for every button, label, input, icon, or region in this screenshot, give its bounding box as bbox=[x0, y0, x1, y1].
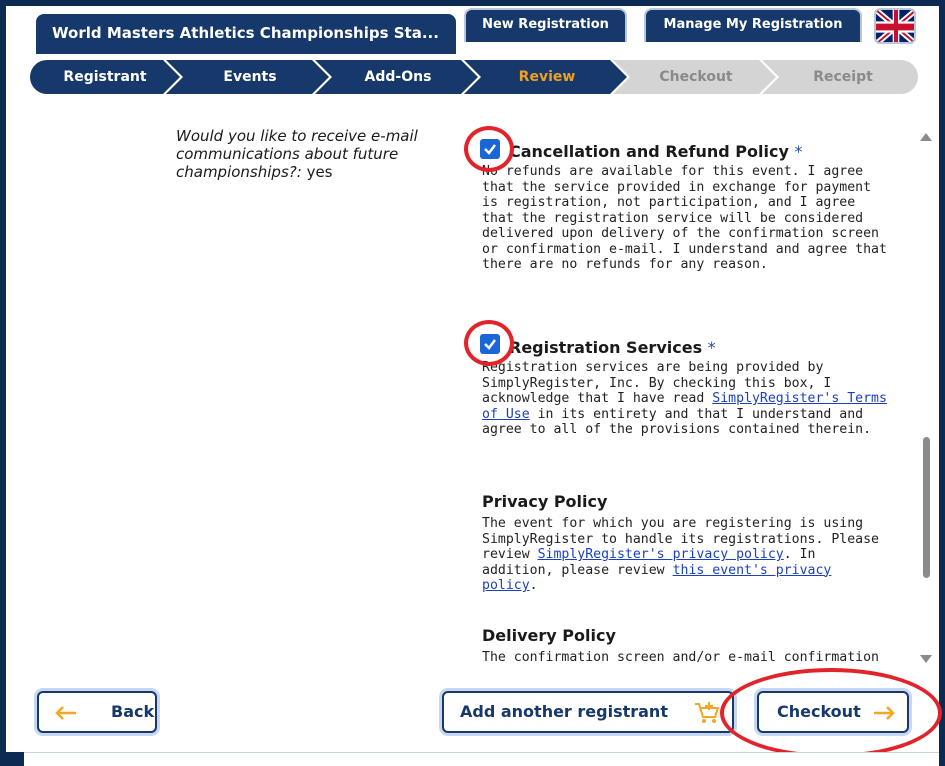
tab-new-registration[interactable]: New Registration bbox=[464, 8, 627, 42]
cancellation-policy: Cancellation and Refund Policy * No refu… bbox=[482, 142, 892, 273]
simplyregister-privacy-link[interactable]: SimplyRegister's privacy policy bbox=[538, 547, 784, 562]
annotation-circle-registration bbox=[464, 320, 514, 366]
progress-steps: Registrant Events Add-Ons Review Checkou… bbox=[30, 60, 918, 94]
footer-strip bbox=[24, 752, 939, 766]
cancellation-policy-text: No refunds are available for this event.… bbox=[482, 164, 887, 272]
delivery-policy-title: Delivery Policy bbox=[482, 626, 616, 645]
step-registrant[interactable]: Registrant bbox=[40, 60, 170, 94]
step-add-ons[interactable]: Add-Ons bbox=[333, 60, 463, 94]
annotation-circle-checkout bbox=[720, 668, 942, 758]
summary-answer: Would you like to receive e-mail communi… bbox=[176, 127, 466, 181]
step-checkout: Checkout bbox=[659, 69, 733, 85]
step-events[interactable]: Events bbox=[185, 60, 315, 94]
registration-services-text: Registration services are being provided… bbox=[482, 360, 887, 437]
scroll-up-arrow-icon[interactable] bbox=[920, 133, 932, 141]
back-button[interactable]: Back bbox=[37, 691, 157, 733]
tab-label: New Registration bbox=[482, 17, 609, 32]
scrollbar[interactable] bbox=[918, 126, 932, 664]
cancellation-policy-title: Cancellation and Refund Policy * bbox=[509, 142, 803, 161]
annotation-circle-cancellation bbox=[464, 126, 514, 172]
email-question-label: Would you like to receive e-mail communi… bbox=[176, 127, 418, 181]
step-review: Review bbox=[518, 69, 576, 85]
scroll-down-arrow-icon[interactable] bbox=[920, 655, 932, 663]
privacy-policy-title: Privacy Policy bbox=[482, 492, 608, 511]
event-title: World Masters Athletics Championships St… bbox=[52, 24, 439, 42]
arrow-left-icon bbox=[55, 706, 76, 720]
step-receipt: Receipt bbox=[813, 69, 873, 85]
policy-list: Cancellation and Refund Policy * No refu… bbox=[482, 116, 906, 664]
event-title-tab: World Masters Athletics Championships St… bbox=[36, 14, 456, 54]
email-question-answer: yes bbox=[306, 163, 333, 181]
back-button-label: Back bbox=[111, 702, 155, 721]
tab-manage-registration[interactable]: Manage My Registration bbox=[644, 8, 862, 42]
scrollbar-thumb[interactable] bbox=[923, 437, 930, 578]
add-to-cart-icon bbox=[695, 702, 720, 723]
registration-services-title: Registration Services * bbox=[509, 338, 716, 357]
delivery-policy: Delivery Policy The confirmation screen … bbox=[482, 626, 892, 664]
uk-flag-icon[interactable] bbox=[874, 8, 916, 44]
registration-services-policy: Registration Services * Registration ser… bbox=[482, 338, 892, 438]
privacy-policy-text: The event for which you are registering … bbox=[482, 516, 879, 593]
add-another-registrant-button[interactable]: Add another registrant bbox=[442, 691, 734, 733]
delivery-policy-text: The confirmation screen and/or e-mail co… bbox=[482, 650, 879, 664]
tab-label: Manage My Registration bbox=[663, 17, 843, 32]
privacy-policy: Privacy Policy The event for which you a… bbox=[482, 492, 892, 594]
add-registrant-label: Add another registrant bbox=[460, 702, 668, 721]
